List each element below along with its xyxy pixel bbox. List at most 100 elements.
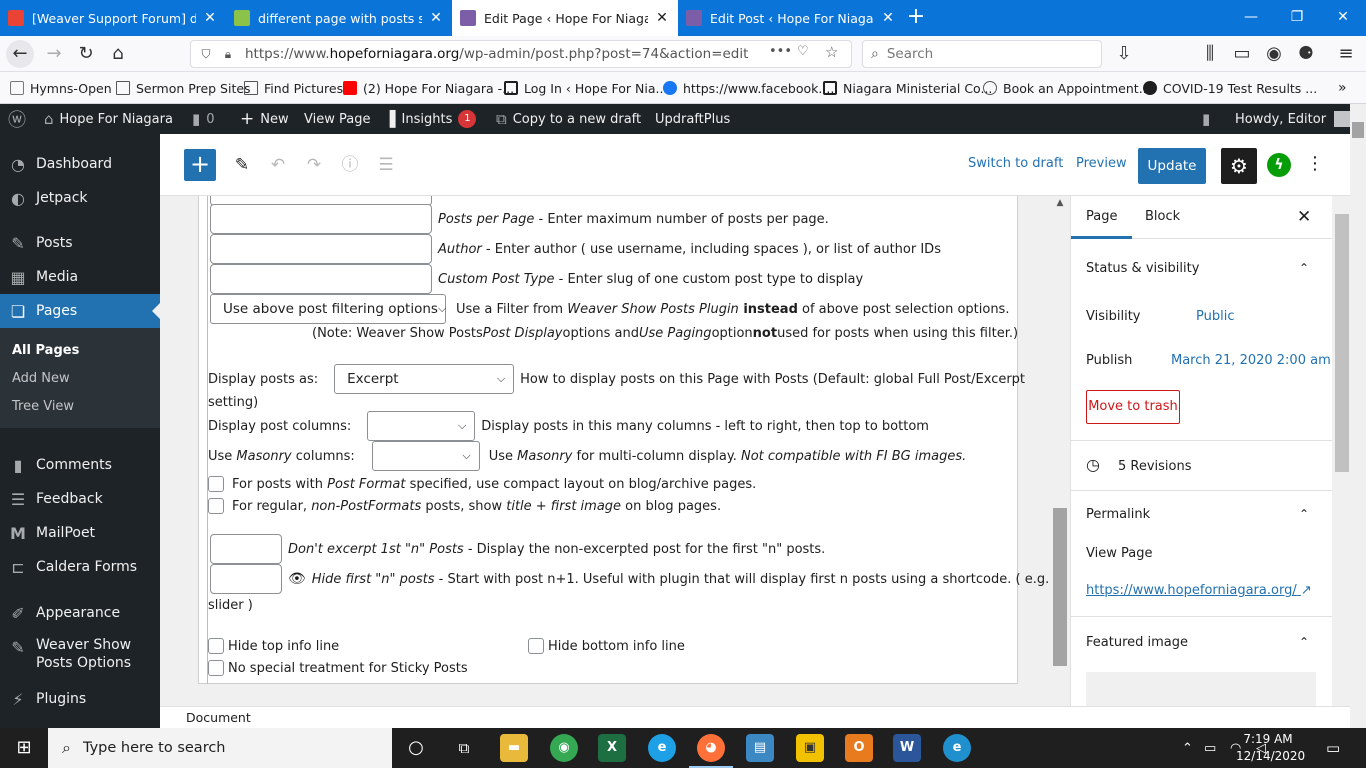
sidebar-item-appearance[interactable]: ✐ Appearance	[0, 596, 160, 630]
permalink-url-link[interactable]: https://www.hopeforniagara.org/ ↗	[1086, 583, 1312, 598]
no-sticky-checkbox[interactable]	[208, 660, 224, 676]
cortana-icon[interactable]: ○	[402, 734, 430, 762]
visibility-value-link[interactable]: Public	[1196, 309, 1234, 324]
sidebar-item-mailpoet[interactable]: M MailPoet	[0, 516, 160, 550]
chevron-up-icon[interactable]: ⌃	[1299, 261, 1309, 275]
browser-tab-posts-setup[interactable]: different page with posts setup ✕	[226, 0, 452, 36]
notes-app-icon[interactable]: ▣	[796, 734, 824, 762]
extensions-icon[interactable]: ⚈	[1292, 40, 1320, 68]
menu-icon[interactable]: ≡	[1332, 40, 1360, 68]
copy-to-draft-link[interactable]: ⧉ Copy to a new draft	[496, 104, 641, 134]
more-bookmarks-icon[interactable]: »	[1338, 79, 1347, 97]
close-settings-icon[interactable]: ✕	[1297, 207, 1311, 227]
bookmark-youtube[interactable]: (2) Hope For Niagara -...	[343, 79, 514, 97]
howdy-account-link[interactable]: Howdy, Editor	[1235, 104, 1351, 134]
switch-to-draft-button[interactable]: Switch to draft	[968, 156, 1063, 171]
internet-explorer-icon[interactable]: e	[648, 734, 676, 762]
info-icon[interactable]: ⓘ	[338, 153, 362, 177]
updraftplus-link[interactable]: UpdraftPlus	[655, 104, 730, 134]
tab-page[interactable]: Page	[1071, 209, 1134, 239]
show-hidden-icons[interactable]: ⌃	[1182, 728, 1193, 768]
back-icon[interactable]: ←	[6, 40, 34, 68]
move-to-trash-button[interactable]: Move to trash	[1086, 390, 1180, 424]
site-name-link[interactable]: ⌂ Hope For Niagara	[44, 104, 173, 134]
dont-excerpt-input[interactable]	[210, 534, 282, 564]
custom-post-type-input[interactable]	[210, 264, 432, 294]
close-tab-icon[interactable]: ✕	[654, 10, 670, 26]
browser-tab-edit-post[interactable]: Edit Post ‹ Hope For Niagara — ✕	[678, 0, 904, 36]
masonry-columns-select[interactable]: ⌵	[371, 441, 480, 471]
battery-icon[interactable]: ▭	[1204, 728, 1216, 768]
settings-scrollbar[interactable]	[1332, 196, 1352, 706]
new-tab-button[interactable]: +	[904, 6, 928, 30]
featured-image-placeholder[interactable]	[1086, 672, 1316, 706]
control-panel-icon[interactable]: ▤	[746, 734, 774, 762]
bookmark-sermon-prep[interactable]: Sermon Prep Sites	[116, 79, 251, 97]
chevron-up-icon[interactable]: ⌃	[1299, 635, 1309, 649]
author-input[interactable]	[210, 234, 432, 264]
sidebar-item-media[interactable]: ▦ Media	[0, 260, 160, 294]
chevron-up-icon[interactable]: ⌃	[1299, 507, 1309, 521]
post-filter-select[interactable]: Use above post filtering options ⌵	[210, 294, 446, 324]
compact-postformat-checkbox[interactable]	[208, 476, 224, 492]
revisions-section[interactable]: ◷ 5 Revisions	[1071, 441, 1332, 491]
document-breadcrumb[interactable]: Document	[186, 710, 251, 725]
window-scrollbar-thumb[interactable]	[1352, 122, 1364, 138]
home-icon[interactable]: ⌂	[104, 40, 132, 68]
sidebar-item-plugins[interactable]: ⚡︎ Plugins	[0, 682, 160, 716]
sidebar-item-feedback[interactable]: ☰ Feedback	[0, 482, 160, 516]
excel-icon[interactable]: X	[598, 734, 626, 762]
submenu-add-new[interactable]: Add New	[12, 371, 70, 386]
taskbar-clock[interactable]: 7:19 AM 12/14/2020	[1236, 731, 1305, 765]
word-icon[interactable]: W	[893, 734, 921, 762]
hide-bottom-info-checkbox[interactable]	[528, 638, 544, 654]
status-visibility-toggle[interactable]: Status & visibility	[1086, 261, 1199, 276]
bookmark-find-pictures[interactable]: Find Pictures	[244, 79, 343, 97]
window-scrollbar[interactable]	[1350, 104, 1366, 728]
preview-button[interactable]: Preview	[1076, 156, 1127, 171]
editor-scrollbar[interactable]: ▲	[1050, 196, 1070, 706]
task-view-icon[interactable]: ⧉	[450, 734, 478, 762]
outlook-icon[interactable]: O	[845, 734, 873, 762]
shield-icon[interactable]: ⛉	[195, 47, 217, 62]
sidebar-item-weaver-show-posts[interactable]: ✎ Weaver Show Posts Options	[0, 636, 160, 676]
insights-link[interactable]: ▐ Insights 1	[384, 104, 477, 134]
chrome-icon[interactable]: ◉	[550, 734, 578, 762]
add-block-button[interactable]: +	[184, 149, 216, 181]
submenu-tree-view[interactable]: Tree View	[12, 399, 74, 414]
close-tab-icon[interactable]: ✕	[428, 10, 444, 26]
bookmark-hymns-open[interactable]: Hymns-Open	[10, 79, 112, 97]
taskbar-search-input[interactable]: ⌕ Type here to search	[48, 728, 392, 768]
wordpress-logo-icon[interactable]: ⓦ	[8, 104, 32, 134]
close-window-icon[interactable]: ✕	[1320, 0, 1366, 36]
publish-date-link[interactable]: March 21, 2020 2:00 am	[1171, 353, 1331, 368]
forward-icon[interactable]: →	[40, 40, 68, 68]
featured-image-toggle[interactable]: Featured image	[1086, 635, 1188, 650]
firefox-icon[interactable]: ◕	[689, 734, 733, 768]
lock-icon[interactable]: 🔒︎	[217, 47, 239, 62]
reload-icon[interactable]: ↻	[72, 40, 100, 68]
sidebar-icon[interactable]: ▭	[1228, 40, 1256, 68]
action-center-icon[interactable]: ▭	[1326, 728, 1340, 768]
hide-top-info-checkbox[interactable]	[208, 638, 224, 654]
close-tab-icon[interactable]: ✕	[880, 10, 896, 26]
scroll-up-icon[interactable]: ▲	[1050, 198, 1070, 208]
notification-icon[interactable]: ▮	[1202, 104, 1216, 134]
sidebar-item-pages[interactable]: ❏ Pages	[0, 294, 160, 328]
comments-link[interactable]: ▮ 0	[192, 104, 215, 134]
undo-icon[interactable]: ↶	[266, 153, 290, 177]
hide-first-input[interactable]	[210, 564, 282, 594]
bookmark-covid[interactable]: COVID-19 Test Results ...	[1143, 79, 1317, 97]
update-button[interactable]: Update	[1138, 148, 1206, 184]
display-columns-select[interactable]: ⌵	[367, 411, 476, 441]
redo-icon[interactable]: ↷	[302, 153, 326, 177]
library-icon[interactable]: ⫼	[1196, 40, 1224, 68]
minimize-window-icon[interactable]: —	[1228, 0, 1274, 36]
more-options-icon[interactable]: ⋮	[1306, 153, 1324, 177]
page-actions-icon[interactable]: •••	[769, 44, 792, 59]
sidebar-item-dashboard[interactable]: ◔ Dashboard	[0, 147, 160, 181]
edit-tools-icon[interactable]: ✎	[230, 153, 254, 177]
edge-icon[interactable]: e	[943, 734, 971, 762]
new-content-link[interactable]: + New	[240, 104, 289, 134]
downloads-icon[interactable]: ⇩	[1110, 40, 1138, 68]
